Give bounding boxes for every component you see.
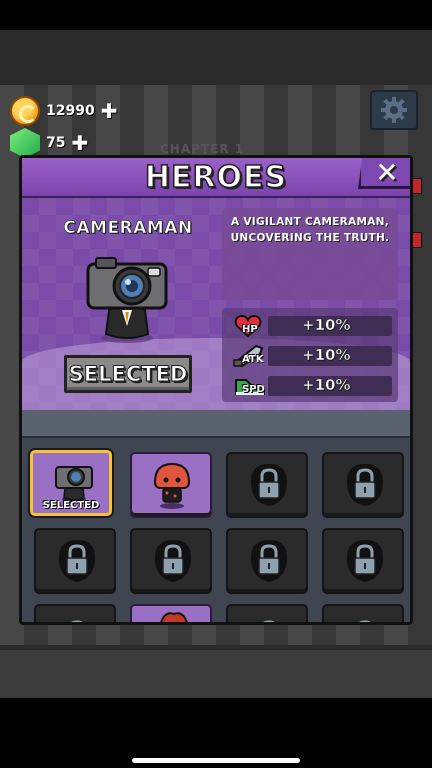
description-box: A VIGILANT CAMERAMAN, UNCOVERING THE TRU… [222,208,398,300]
hero-slot-cameraman[interactable]: SELECTED [30,450,112,516]
lock-icon [59,540,95,582]
gems-value: 75 [46,135,66,151]
home-indicator[interactable] [132,758,300,763]
stat-label-atk: ATK [242,354,264,365]
coins-value: 12990 [46,103,95,119]
hero-slot-locked[interactable] [322,452,404,518]
hero-slot-locked[interactable] [226,452,308,518]
hero-detail: CAMERAMAN SELECTED A VIGILANT CAMERAMAN,… [22,198,410,410]
settings-button[interactable] [370,90,418,130]
lock-icon [347,464,383,506]
add-gems-icon[interactable]: ✚ [71,133,88,153]
hero-slot-locked[interactable] [322,528,404,594]
hero-description: A VIGILANT CAMERAMAN, UNCOVERING THE TRU… [230,216,390,244]
add-coins-icon[interactable]: ✚ [101,101,118,121]
lock-icon [359,620,371,622]
slot-label: SELECTED [42,500,100,511]
gems-counter[interactable]: 75 ✚ [10,128,88,158]
hero-slot-locked[interactable] [226,604,308,622]
cameraman-icon [55,466,93,502]
lock-icon [155,540,191,582]
stat-value-spd: +10% [302,376,351,395]
coins-counter[interactable]: 12990 ✚ [10,96,117,126]
lock-icon [251,464,287,506]
stat-row-hp: HP +10% [228,312,394,338]
notification-mark [412,232,422,248]
cameraman-portrait-icon [86,257,168,343]
hero-status-button[interactable]: SELECTED [64,355,192,393]
stat-row-spd: SPD +10% [228,372,394,398]
stat-label-spd: SPD [242,384,265,395]
gear-icon [381,97,407,123]
hero-roster: SELECTED [22,438,410,622]
close-icon: ✕ [375,155,399,189]
hero-icon [160,612,188,622]
lock-icon [347,540,383,582]
hero-slot-locked[interactable] [322,604,404,622]
background-floor [0,650,432,698]
hero-slot-locked[interactable] [34,604,116,622]
roster-header-strip [22,410,410,438]
gem-icon [10,128,40,158]
lock-icon [251,540,287,582]
panel-title: HEROES [144,159,288,196]
stat-value-atk: +10% [302,346,351,365]
coin-icon [10,96,40,126]
hero-slot-locked[interactable] [226,528,308,594]
stat-row-atk: ATK +10% [228,342,394,368]
heroes-panel: HEROES ✕ CAMERAMAN SELECTED A VIGILANT C… [19,155,413,625]
lock-icon [263,620,275,622]
panel-header: HEROES [22,158,410,198]
status-bar [0,0,432,30]
hero-name: CAMERAMAN [63,218,193,239]
stat-label-hp: HP [242,324,258,335]
hero-slot-locked[interactable] [130,528,212,594]
stats-box: HP +10% ATK +10% SPD +10% [222,308,398,402]
chapter-label: CHAPTER 1 [160,142,245,156]
hero-slot-locked[interactable] [34,528,116,594]
mushroom-hero-icon [153,462,191,509]
notification-mark [412,178,422,194]
hero-slot-mushroom[interactable] [130,452,212,518]
stat-value-hp: +10% [302,316,351,335]
close-button[interactable]: ✕ [358,155,410,189]
hero-slot-partial[interactable] [130,604,212,622]
lock-icon [71,620,83,622]
